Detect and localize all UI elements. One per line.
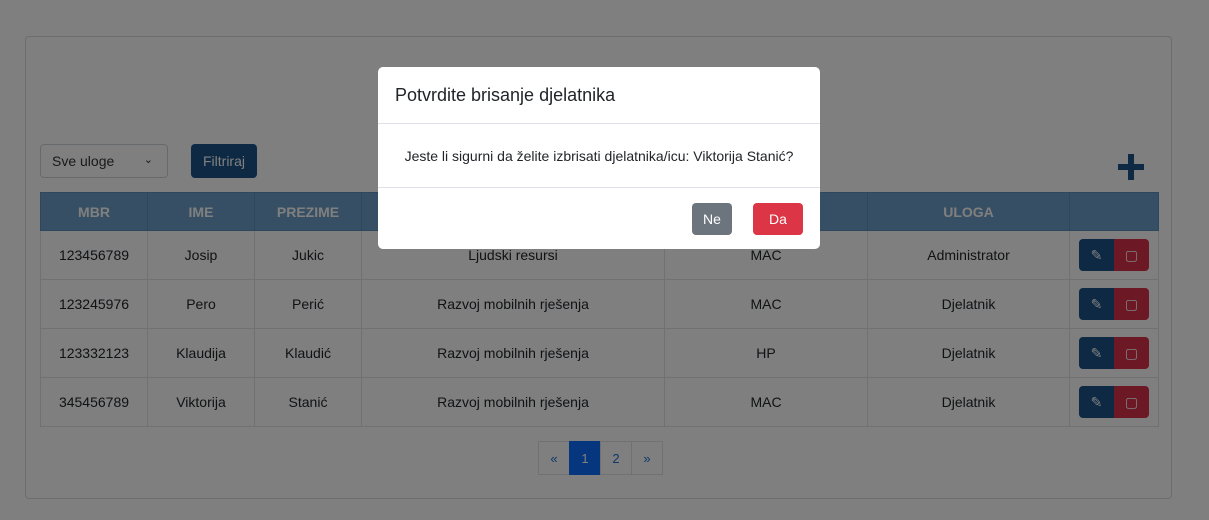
cancel-button[interactable]: Ne [692, 203, 732, 235]
modal-header: Potvrdite brisanje djelatnika [378, 67, 820, 124]
confirm-delete-button[interactable]: Da [753, 203, 803, 235]
delete-confirm-modal: Potvrdite brisanje djelatnika Jeste li s… [378, 67, 820, 249]
modal-title: Potvrdite brisanje djelatnika [395, 84, 616, 105]
modal-message: Jeste li sigurni da želite izbrisati dje… [404, 147, 794, 164]
modal-body: Jeste li sigurni da želite izbrisati dje… [378, 124, 820, 188]
modal-footer: Ne Da [378, 188, 820, 250]
